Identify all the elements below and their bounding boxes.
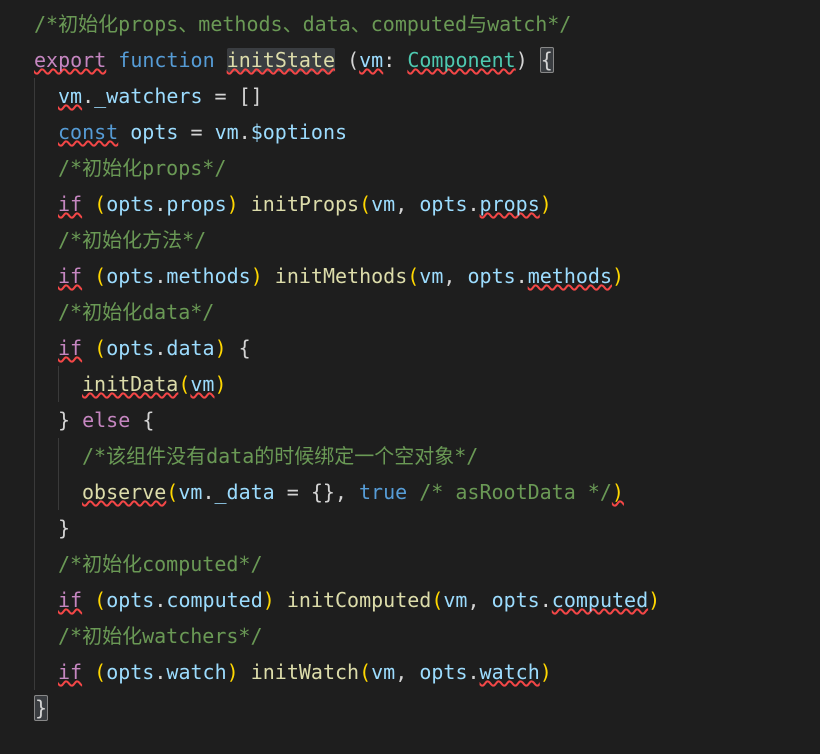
keyword-if: if <box>58 336 82 360</box>
indent-guide <box>34 366 58 402</box>
code-editor[interactable]: /*初始化props、methods、data、computed与watch*/… <box>0 0 820 726</box>
comment-text: /*初始化方法*/ <box>58 228 206 252</box>
keyword-true: true <box>359 480 407 504</box>
code-line[interactable]: if (opts.watch) initWatch(vm, opts.watch… <box>0 654 820 690</box>
fn-initcomputed: initComputed <box>287 588 432 612</box>
comment-text: /*初始化props*/ <box>58 156 226 180</box>
prop-watchers: _watchers <box>94 84 202 108</box>
indent-guide <box>34 618 58 654</box>
indent-guide <box>34 222 58 258</box>
param-vm: vm <box>359 48 383 72</box>
fn-initdata: initData <box>82 372 178 396</box>
keyword-function: function <box>118 48 214 72</box>
code-line[interactable]: /*初始化props*/ <box>0 150 820 186</box>
code-line[interactable]: vm._watchers = [] <box>0 78 820 114</box>
comment-text: /*该组件没有data的时候绑定一个空对象*/ <box>82 444 478 468</box>
code-line[interactable]: /*初始化方法*/ <box>0 222 820 258</box>
brace-close: } <box>34 695 48 721</box>
indent-guide <box>58 474 82 510</box>
code-line[interactable]: } <box>0 690 820 726</box>
comment-text: /*初始化props、methods、data、computed与watch*/ <box>34 12 571 36</box>
indent-guide <box>34 438 58 474</box>
code-line[interactable]: if (opts.data) { <box>0 330 820 366</box>
keyword-if: if <box>58 660 82 684</box>
fn-initprops: initProps <box>251 192 359 216</box>
comment-text: /*初始化watchers*/ <box>58 624 263 648</box>
indent-guide <box>34 186 58 222</box>
fn-observe: observe <box>82 480 166 504</box>
code-line[interactable]: } else { <box>0 402 820 438</box>
keyword-else: else <box>82 408 130 432</box>
indent-guide <box>34 294 58 330</box>
code-line[interactable]: /*该组件没有data的时候绑定一个空对象*/ <box>0 438 820 474</box>
keyword-if: if <box>58 264 82 288</box>
indent-guide <box>58 366 82 402</box>
indent-guide <box>34 330 58 366</box>
prop-options: $options <box>251 120 347 144</box>
brace-open: { <box>540 47 554 73</box>
code-line[interactable]: initData(vm) <box>0 366 820 402</box>
indent-guide <box>34 654 58 690</box>
indent-guide <box>34 150 58 186</box>
indent-guide <box>34 258 58 294</box>
code-line[interactable]: } <box>0 510 820 546</box>
code-line[interactable]: if (opts.props) initProps(vm, opts.props… <box>0 186 820 222</box>
code-line[interactable]: /*初始化watchers*/ <box>0 618 820 654</box>
keyword-if: if <box>58 192 82 216</box>
code-line[interactable]: if (opts.methods) initMethods(vm, opts.m… <box>0 258 820 294</box>
var-vm: vm <box>215 120 239 144</box>
indent-guide <box>34 402 58 438</box>
code-line[interactable]: export function initState (vm: Component… <box>0 42 820 78</box>
indent-guide <box>34 510 58 546</box>
keyword-const: const <box>58 120 118 144</box>
fn-initwatch: initWatch <box>251 660 359 684</box>
code-line[interactable]: if (opts.computed) initComputed(vm, opts… <box>0 582 820 618</box>
comment-text: /*初始化data*/ <box>58 300 214 324</box>
keyword-if: if <box>58 588 82 612</box>
indent-guide <box>34 582 58 618</box>
indent-guide <box>34 114 58 150</box>
indent-guide <box>58 438 82 474</box>
code-line[interactable]: observe(vm._data = {}, true /* asRootDat… <box>0 474 820 510</box>
var-vm: vm <box>58 84 82 108</box>
code-line[interactable]: /*初始化props、methods、data、computed与watch*/ <box>0 6 820 42</box>
function-name: initState <box>227 48 335 72</box>
indent-guide <box>34 474 58 510</box>
indent-guide <box>34 546 58 582</box>
indent-guide <box>34 78 58 114</box>
code-line[interactable]: /*初始化computed*/ <box>0 546 820 582</box>
comment-inline: /* asRootData */ <box>419 480 612 504</box>
fn-initmethods: initMethods <box>275 264 407 288</box>
code-line[interactable]: const opts = vm.$options <box>0 114 820 150</box>
type-component: Component <box>407 48 515 72</box>
comment-text: /*初始化computed*/ <box>58 552 263 576</box>
keyword-export: export <box>34 48 106 72</box>
var-opts: opts <box>130 120 178 144</box>
code-line[interactable]: /*初始化data*/ <box>0 294 820 330</box>
